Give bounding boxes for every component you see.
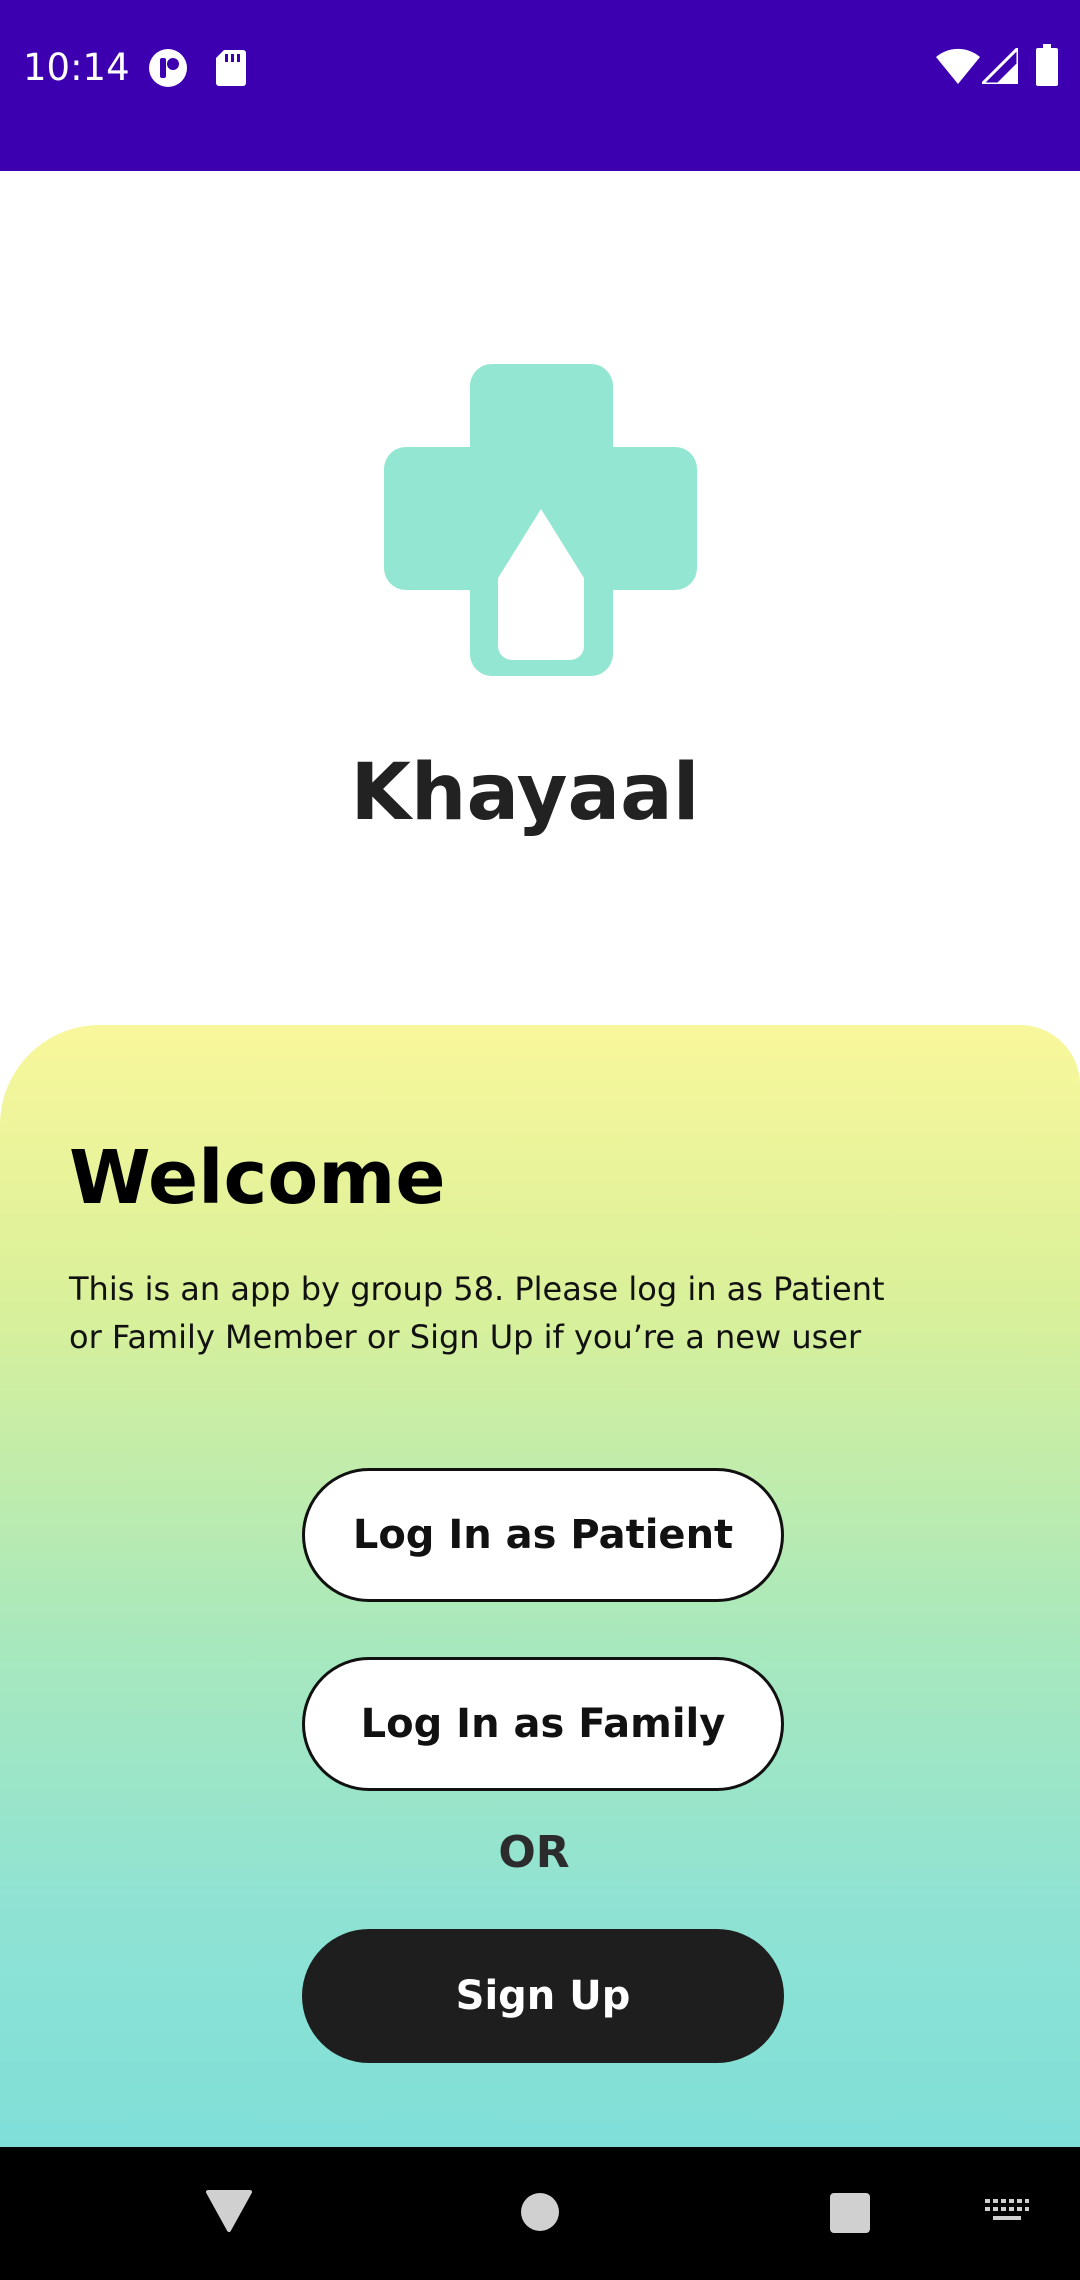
home-icon[interactable] — [520, 2192, 560, 2232]
recents-icon[interactable] — [829, 2192, 871, 2234]
welcome-description-line-2: or Family Member or Sign Up if you’re a … — [69, 1318, 862, 1356]
welcome-description: This is an app by group 58. Please log i… — [69, 1265, 969, 1361]
sign-up-button[interactable]: Sign Up — [302, 1929, 784, 2063]
medical-cross-drop-icon — [384, 364, 697, 676]
status-time: 10:14 — [23, 46, 130, 89]
or-divider-label: OR — [498, 1827, 570, 1878]
signal-icon — [982, 48, 1018, 84]
welcome-card: Welcome This is an app by group 58. Plea… — [0, 1025, 1080, 2147]
app-name: Khayaal — [350, 748, 700, 838]
navigation-bar — [0, 2147, 1080, 2280]
sd-card-icon — [216, 50, 246, 86]
welcome-title: Welcome — [69, 1135, 446, 1221]
login-patient-button[interactable]: Log In as Patient — [302, 1468, 784, 1602]
notification-app-icon — [149, 49, 187, 87]
screen: 10:14 Khayaal Welcome This is an app by … — [0, 0, 1080, 2280]
wifi-icon — [936, 48, 980, 84]
keyboard-icon[interactable] — [985, 2199, 1029, 2225]
status-bar: 10:14 — [0, 0, 1080, 171]
battery-icon — [1036, 44, 1058, 86]
back-icon[interactable] — [205, 2189, 253, 2233]
welcome-description-line-1: This is an app by group 58. Please log i… — [69, 1270, 885, 1308]
login-family-button[interactable]: Log In as Family — [302, 1657, 784, 1791]
